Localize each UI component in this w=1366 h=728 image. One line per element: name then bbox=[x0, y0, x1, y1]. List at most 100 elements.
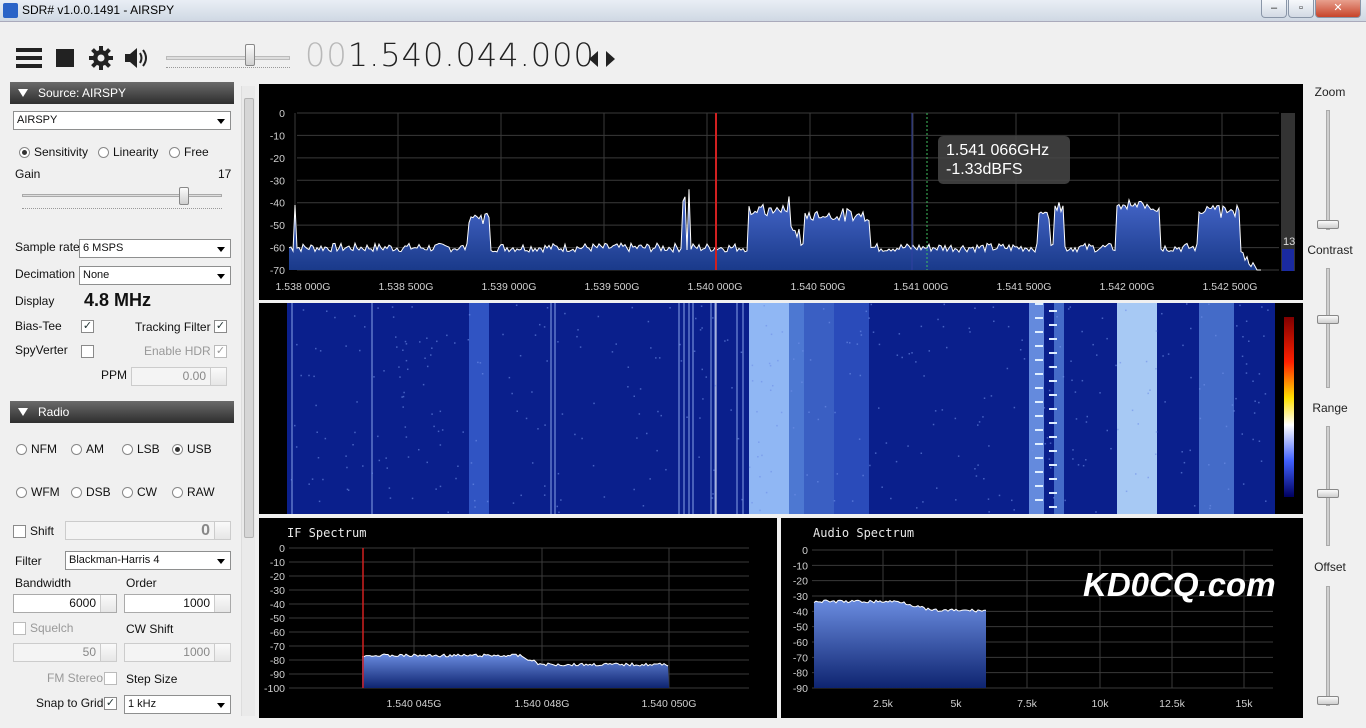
waterfall-noise bbox=[315, 404, 317, 407]
waterfall-noise bbox=[969, 331, 971, 333]
volume-slider-thumb[interactable] bbox=[245, 44, 256, 66]
decimation-select[interactable]: None bbox=[79, 266, 231, 285]
waterfall-noise bbox=[1183, 461, 1186, 464]
left-panel-scrollbar[interactable] bbox=[241, 86, 255, 716]
source-mode-radio-linearity[interactable] bbox=[98, 147, 109, 158]
tracking-filter-checkbox[interactable]: ✓ bbox=[214, 320, 227, 333]
ppm-input[interactable]: 0.00 bbox=[131, 367, 227, 386]
waterfall-display[interactable] bbox=[259, 303, 1303, 514]
audio_spectrum-y-tick: -80 bbox=[793, 668, 808, 680]
enable-hdr-checkbox[interactable]: ✓ bbox=[214, 345, 227, 358]
if-spectrum-panel[interactable]: IF Spectrum 0 -10 -20 -30 -40 -50 -60 -70 -80 -90… bbox=[259, 518, 777, 718]
audio-spectrum-plot[interactable]: 0 -10 -20 -30 -40 -50 -60 -70 -80 -90 2.5k 5k 7.5k 10… bbox=[781, 518, 1303, 718]
device-select[interactable]: AIRSPY bbox=[13, 111, 231, 130]
waterfall-burst bbox=[1035, 317, 1043, 319]
left-panel-scrollbar-thumb[interactable] bbox=[244, 98, 254, 538]
audio_spectrum-y-tick: -70 bbox=[793, 652, 808, 664]
fm-stereo-label: FM Stereo bbox=[47, 671, 104, 685]
audio_spectrum-x-tick: 10k bbox=[1092, 698, 1110, 710]
cw-shift-input[interactable]: 1000 bbox=[124, 643, 231, 662]
waterfall-noise bbox=[356, 401, 358, 403]
filter-select[interactable]: Blackman-Harris 4 bbox=[65, 551, 231, 570]
range-slider-thumb[interactable] bbox=[1317, 489, 1339, 498]
radio-mode-radio-raw[interactable] bbox=[172, 487, 183, 498]
gear-icon[interactable] bbox=[89, 46, 113, 70]
snap-to-grid-checkbox[interactable]: ✓ bbox=[104, 697, 117, 710]
tune-arrows-icon[interactable] bbox=[589, 50, 615, 68]
audio_spectrum-fill bbox=[814, 600, 986, 688]
waterfall-noise bbox=[1215, 334, 1217, 337]
radio-mode-radio-wfm[interactable] bbox=[16, 487, 27, 498]
shift-checkbox[interactable] bbox=[13, 525, 26, 538]
maximize-button[interactable]: ▫ bbox=[1288, 0, 1314, 18]
range-slider-track[interactable] bbox=[1326, 426, 1330, 546]
source-header[interactable]: Source: AIRSPY bbox=[10, 82, 234, 104]
gain-slider-thumb[interactable] bbox=[178, 187, 189, 205]
waterfall-noise bbox=[538, 323, 541, 326]
squelch-checkbox[interactable] bbox=[13, 622, 26, 635]
fm-stereo-checkbox[interactable] bbox=[104, 672, 117, 685]
bandwidth-input[interactable]: 6000 bbox=[13, 594, 117, 613]
waterfall-noise bbox=[1013, 406, 1016, 409]
waterfall-noise bbox=[454, 342, 456, 344]
volume-track[interactable] bbox=[166, 56, 290, 60]
main-y-tick: -30 bbox=[270, 175, 285, 187]
waterfall-noise bbox=[954, 417, 957, 420]
speaker-icon[interactable] bbox=[124, 47, 150, 69]
radio-mode-radio-lsb[interactable] bbox=[122, 444, 133, 455]
waterfall-noise bbox=[686, 416, 688, 419]
contrast-slider-track[interactable] bbox=[1326, 268, 1330, 388]
main-spectrum-plot[interactable]: 0 -10 -20 -30 -40 -50 -60 -70 1.538 000G 1.538 50… bbox=[259, 84, 1303, 300]
radio-mode-radio-dsb[interactable] bbox=[71, 487, 82, 498]
waterfall-noise bbox=[399, 376, 401, 378]
waterfall-noise bbox=[546, 360, 548, 362]
waterfall-noise bbox=[794, 493, 796, 496]
waterfall-noise bbox=[849, 373, 851, 375]
waterfall-noise bbox=[561, 413, 564, 415]
waterfall-noise bbox=[1241, 433, 1244, 435]
source-mode-radio-sensitivity[interactable] bbox=[19, 147, 30, 158]
waterfall-noise bbox=[968, 327, 971, 330]
offset-slider-track[interactable] bbox=[1326, 586, 1330, 706]
zoom-slider-track[interactable] bbox=[1326, 110, 1330, 230]
if-spectrum-plot[interactable]: 0 -10 -20 -30 -40 -50 -60 -70 -80 -90 -100 1.540 04… bbox=[259, 518, 777, 718]
source-mode-radio-free[interactable] bbox=[169, 147, 180, 158]
minimize-button[interactable]: ‒ bbox=[1261, 0, 1287, 18]
main-spectrum-panel[interactable]: 0 -10 -20 -30 -40 -50 -60 -70 1.538 000G 1.538 50… bbox=[259, 84, 1303, 300]
radio-mode-radio-nfm[interactable] bbox=[16, 444, 27, 455]
waterfall-noise bbox=[1049, 442, 1052, 444]
menu-icon[interactable] bbox=[16, 48, 42, 68]
zoom-slider-thumb[interactable] bbox=[1317, 220, 1339, 229]
waterfall-burst bbox=[1035, 415, 1043, 417]
audio_spectrum-y-tick: -30 bbox=[793, 591, 808, 603]
stop-icon[interactable] bbox=[56, 49, 74, 67]
waterfall-noise bbox=[402, 406, 404, 408]
bias-tee-checkbox[interactable]: ✓ bbox=[81, 320, 94, 333]
step-size-select[interactable]: 1 kHz bbox=[124, 695, 231, 714]
waterfall-noise bbox=[1198, 388, 1201, 390]
waterfall-noise bbox=[402, 349, 404, 351]
sample-rate-select[interactable]: 6 MSPS bbox=[79, 239, 231, 258]
offset-slider-thumb[interactable] bbox=[1317, 696, 1339, 705]
gain-slider-track[interactable] bbox=[22, 194, 222, 197]
radio-mode-radio-usb[interactable] bbox=[172, 444, 183, 455]
radio-mode-radio-cw[interactable] bbox=[122, 487, 133, 498]
close-button[interactable]: ✕ bbox=[1315, 0, 1361, 18]
squelch-input[interactable]: 50 bbox=[13, 643, 117, 662]
waterfall-noise bbox=[426, 461, 428, 464]
waterfall-noise bbox=[389, 497, 392, 499]
waterfall-panel[interactable] bbox=[259, 303, 1303, 514]
contrast-slider-thumb[interactable] bbox=[1317, 315, 1339, 324]
order-input[interactable]: 1000 bbox=[124, 594, 231, 613]
waterfall-noise bbox=[730, 409, 732, 411]
waterfall-noise bbox=[1062, 375, 1065, 378]
spyverter-checkbox[interactable] bbox=[81, 345, 94, 358]
radio-header[interactable]: Radio bbox=[10, 401, 234, 423]
shift-input[interactable]: 0 bbox=[65, 521, 231, 540]
frequency-display[interactable]: 001.540.044.000 bbox=[305, 36, 595, 74]
waterfall-noise bbox=[808, 411, 810, 414]
radio-mode-radio-am[interactable] bbox=[71, 444, 82, 455]
waterfall-noise bbox=[1265, 500, 1267, 502]
audio-spectrum-panel[interactable]: Audio Spectrum 0 -10 -20 -30 -40 -50 -60 -70 -80… bbox=[781, 518, 1303, 718]
waterfall-noise bbox=[431, 347, 433, 349]
